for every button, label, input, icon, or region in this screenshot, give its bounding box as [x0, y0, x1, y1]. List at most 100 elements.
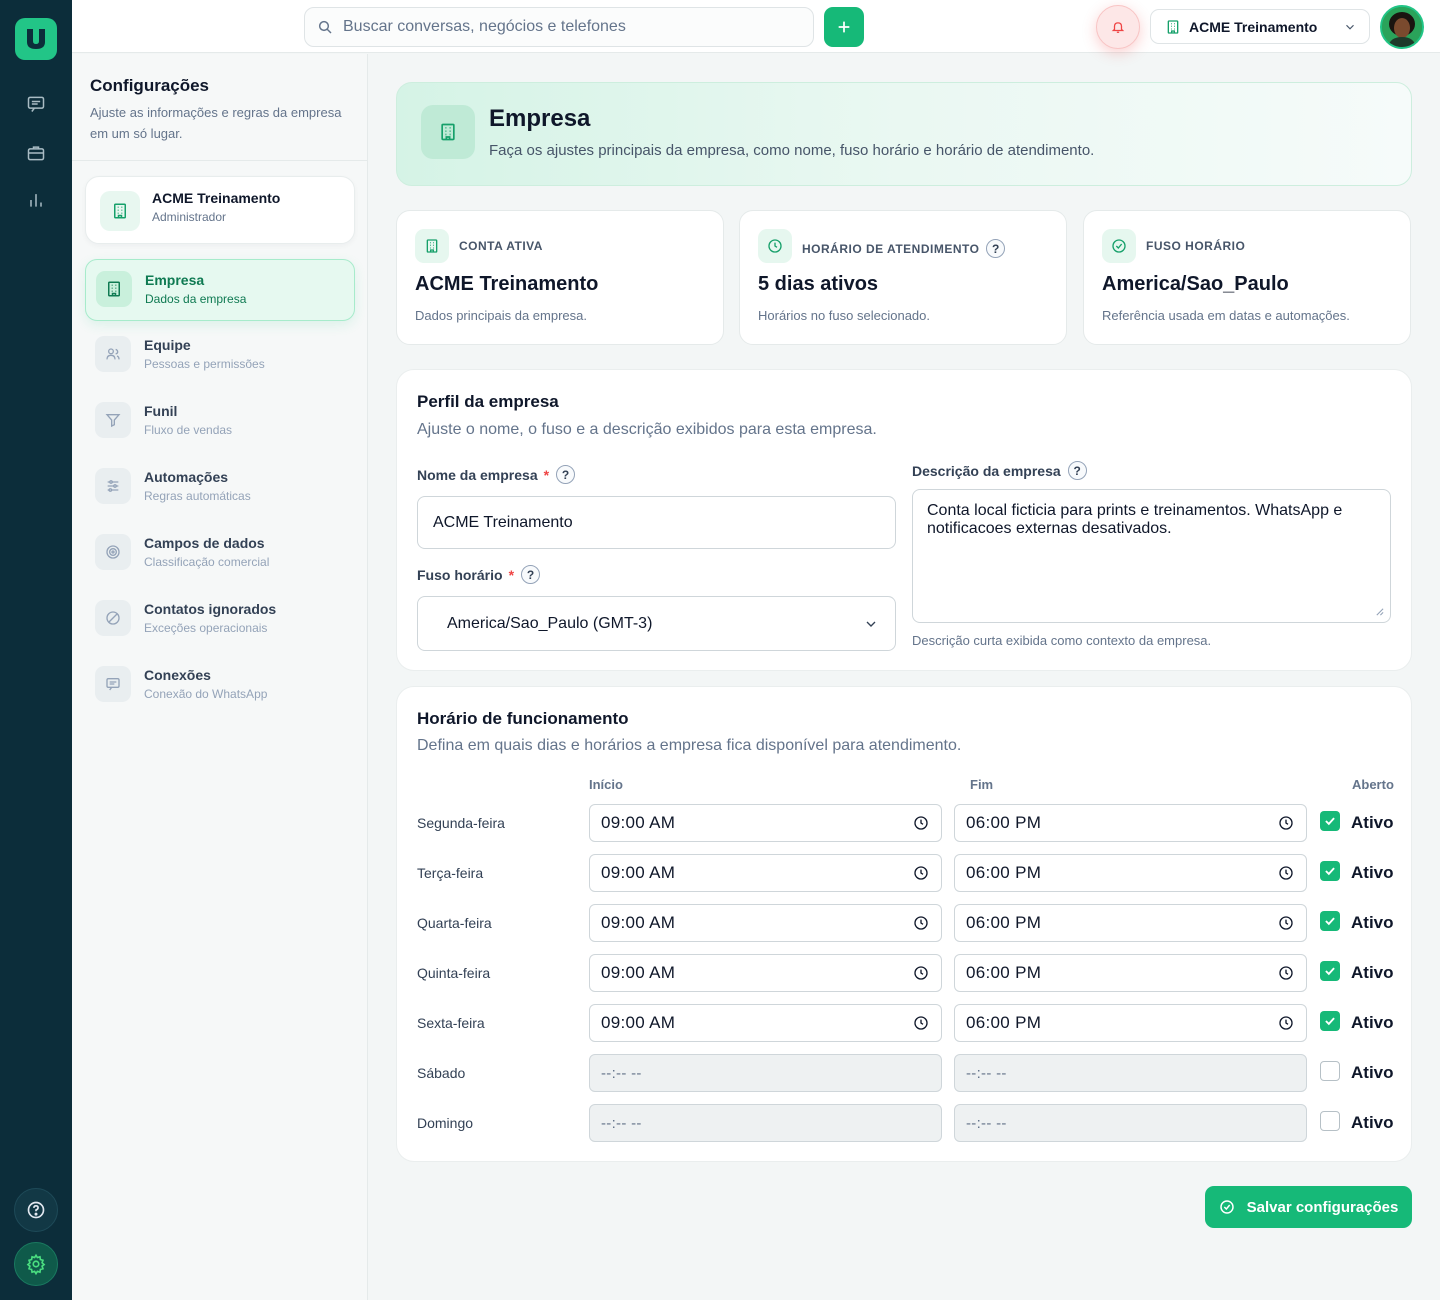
open-checkbox[interactable]	[1320, 911, 1340, 931]
check-circle-icon	[1102, 229, 1136, 263]
stat-desc: Horários no fuso selecionado.	[758, 308, 930, 323]
end-time-value: 06:00 PM	[966, 813, 1042, 832]
start-time-input[interactable]: 09:00 AM	[589, 1004, 942, 1042]
chat-icon[interactable]	[22, 90, 50, 118]
clock-icon[interactable]	[1278, 965, 1294, 981]
chevron-down-icon	[1343, 20, 1357, 34]
active-label: Ativo	[1351, 913, 1394, 932]
open-checkbox[interactable]	[1320, 1011, 1340, 1031]
clock-icon[interactable]	[913, 865, 929, 881]
save-button[interactable]: Salvar configurações	[1205, 1186, 1412, 1228]
open-checkbox[interactable]	[1320, 1061, 1340, 1081]
sidebar-item-conexoes[interactable]: Conexões Conexão do WhatsApp	[85, 655, 355, 717]
top-bar: ACME Treinamento	[72, 0, 1440, 53]
bar-chart-icon[interactable]	[22, 186, 50, 214]
check-icon	[1323, 1014, 1337, 1028]
start-time-value: 09:00 AM	[601, 813, 676, 832]
sidebar-item-label: Funil	[144, 403, 178, 419]
clock-icon[interactable]	[913, 915, 929, 931]
clock-icon[interactable]	[1278, 915, 1294, 931]
open-checkbox[interactable]	[1320, 961, 1340, 981]
end-time-input[interactable]: --:-- --	[954, 1054, 1307, 1092]
clock-icon[interactable]	[1278, 815, 1294, 831]
clock-icon[interactable]	[913, 1015, 929, 1031]
start-time-input[interactable]: 09:00 AM	[589, 904, 942, 942]
sidebar-item-label: Conexões	[144, 667, 211, 683]
timezone-select[interactable]: America/Sao_Paulo (GMT-3)	[417, 596, 896, 651]
open-checkbox[interactable]	[1320, 861, 1340, 881]
profile-panel: Perfil da empresa Ajuste o nome, o fuso …	[396, 369, 1412, 671]
end-time-value: 06:00 PM	[966, 913, 1042, 932]
sidebar-item-funil[interactable]: Funil Fluxo de vendas	[85, 391, 355, 453]
end-time-value: 06:00 PM	[966, 963, 1042, 982]
clock-icon[interactable]	[913, 965, 929, 981]
start-time-value: 09:00 AM	[601, 913, 676, 932]
description-textarea[interactable]: Conta local ficticia para prints e trein…	[912, 489, 1391, 623]
clock-icon[interactable]	[1278, 865, 1294, 881]
company-name-input[interactable]	[417, 496, 896, 549]
sidebar-item-equipe[interactable]: Equipe Pessoas e permissões	[85, 325, 355, 387]
sidebar-item-campos-de-dados[interactable]: Campos de dados Classificação comercial	[85, 523, 355, 585]
open-checkbox[interactable]	[1320, 1111, 1340, 1131]
end-time-input[interactable]: 06:00 PM	[954, 804, 1307, 842]
gear-icon[interactable]	[14, 1242, 58, 1286]
logo-icon[interactable]	[15, 18, 57, 60]
required-mark: *	[508, 566, 515, 583]
search-box[interactable]	[304, 7, 814, 47]
help-icon[interactable]: ?	[556, 465, 576, 484]
company-selector[interactable]: ACME Treinamento	[1150, 9, 1370, 44]
timezone-value: America/Sao_Paulo (GMT-3)	[447, 614, 653, 632]
end-time-input[interactable]: 06:00 PM	[954, 904, 1307, 942]
notifications-button[interactable]	[1096, 5, 1140, 49]
sidebar-item-automacoes[interactable]: Automações Regras automáticas	[85, 457, 355, 519]
day-label: Quinta-feira	[417, 965, 491, 981]
check-icon	[1323, 864, 1337, 878]
sidebar-item-label: Empresa	[145, 272, 205, 288]
end-time-value: --:-- --	[966, 1114, 1007, 1132]
filter-icon	[95, 402, 131, 438]
account-role: Administrador	[152, 210, 227, 224]
end-time-input[interactable]: --:-- --	[954, 1104, 1307, 1142]
panel-title: Horário de funcionamento	[417, 709, 629, 728]
panel-subtitle: Defina em quais dias e horários a empres…	[417, 737, 962, 754]
end-time-value: 06:00 PM	[966, 1013, 1042, 1032]
sidebar-item-desc: Pessoas e permissões	[144, 357, 265, 371]
day-label: Domingo	[417, 1115, 474, 1131]
open-checkbox[interactable]	[1320, 811, 1340, 831]
avatar[interactable]	[1380, 5, 1424, 49]
end-time-input[interactable]: 06:00 PM	[954, 1004, 1307, 1042]
end-time-input[interactable]: 06:00 PM	[954, 954, 1307, 992]
clock-icon[interactable]	[913, 815, 929, 831]
building-icon	[1165, 19, 1181, 35]
label-text: Descrição da empresa	[912, 462, 1061, 479]
clock-icon[interactable]	[1278, 1015, 1294, 1031]
add-button[interactable]	[824, 7, 864, 47]
start-time-input[interactable]: --:-- --	[589, 1054, 942, 1092]
account-name: ACME Treinamento	[152, 190, 281, 206]
panel-subtitle: Ajuste o nome, o fuso e a descrição exib…	[417, 421, 877, 438]
description-value: Conta local ficticia para prints e trein…	[927, 502, 1343, 537]
clock-icon	[758, 229, 792, 263]
target-icon	[95, 534, 131, 570]
end-time-input[interactable]: 06:00 PM	[954, 854, 1307, 892]
start-time-input[interactable]: 09:00 AM	[589, 854, 942, 892]
briefcase-icon[interactable]	[22, 139, 50, 167]
sidebar-item-contatos-ignorados[interactable]: Contatos ignorados Exceções operacionais	[85, 589, 355, 651]
start-time-input[interactable]: 09:00 AM	[589, 954, 942, 992]
help-icon[interactable]: ?	[1067, 461, 1087, 480]
help-icon[interactable]	[14, 1188, 58, 1232]
help-icon[interactable]: ?	[521, 565, 541, 584]
check-circle-icon	[1219, 1200, 1234, 1214]
sidebar-item-empresa[interactable]: Empresa Dados da empresa	[85, 259, 355, 321]
plus-icon	[836, 19, 852, 35]
help-icon[interactable]: ?	[986, 239, 1006, 258]
settings-sidebar: Configurações Ajuste as informações e re…	[72, 54, 368, 1300]
start-time-input[interactable]: 09:00 AM	[589, 804, 942, 842]
resize-handle-icon[interactable]	[1375, 607, 1384, 616]
description-help: Descrição curta exibida como contexto da…	[912, 633, 1212, 648]
start-time-input[interactable]: --:-- --	[589, 1104, 942, 1142]
search-input[interactable]	[343, 18, 783, 36]
day-label: Sábado	[417, 1065, 466, 1081]
building-icon	[421, 105, 475, 159]
users-icon	[95, 336, 131, 372]
